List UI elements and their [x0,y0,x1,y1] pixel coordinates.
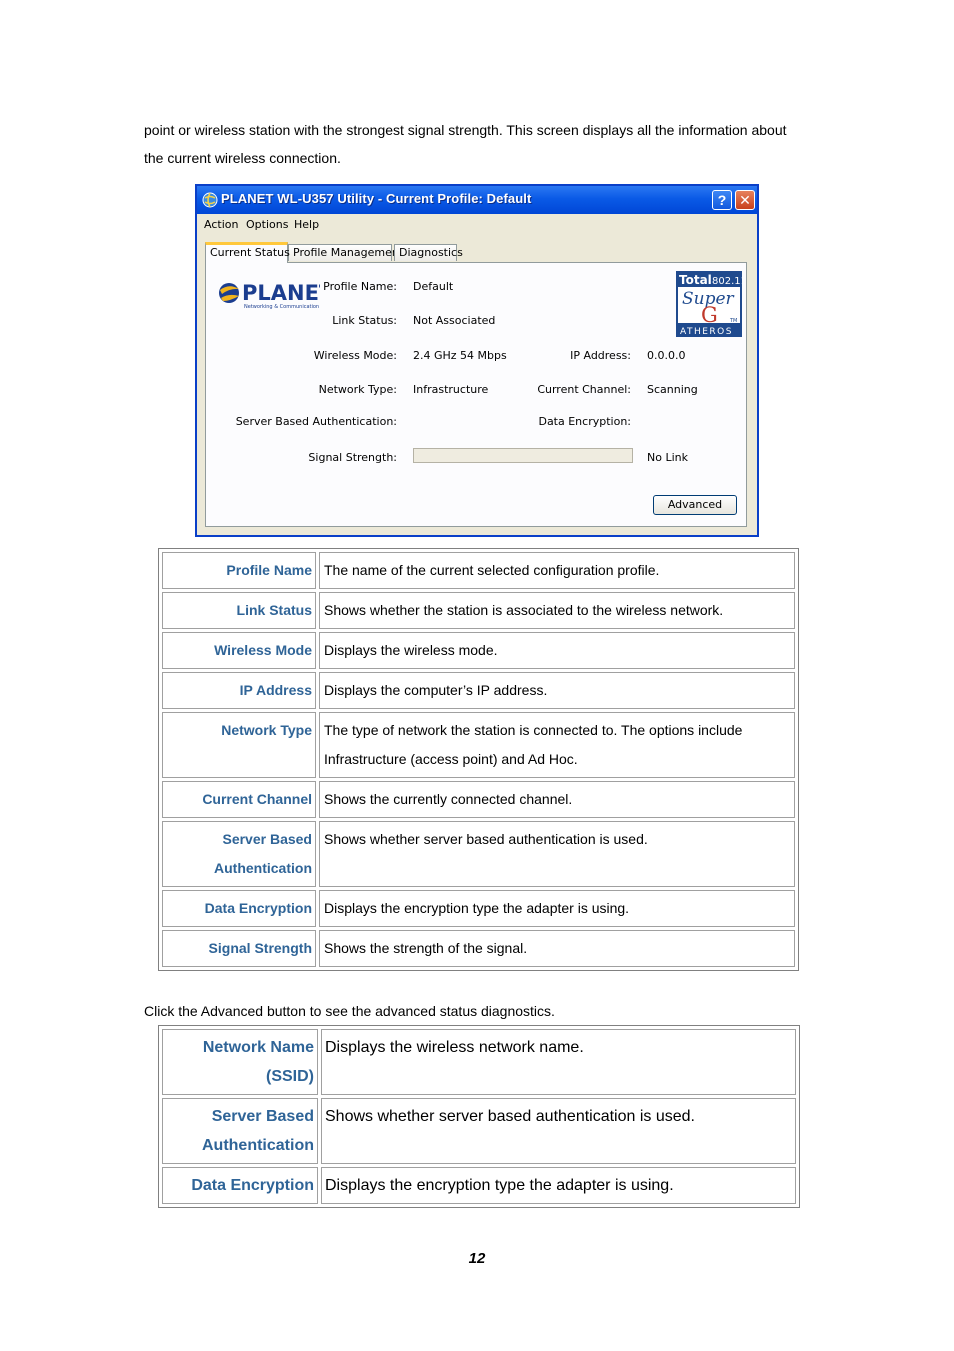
term-cell: Server Based Authentication [162,1098,318,1164]
signal-strength-bar [413,448,633,463]
signal-strength-value: No Link [647,451,688,464]
term-cell: Server Based Authentication [162,821,316,887]
term-cell: Network Type [162,712,316,778]
network-type-label: Network Type: [318,383,397,396]
window-title: PLANET WL-U357 Utility - Current Profile… [221,191,532,206]
table-row: Server Based Authentication Shows whether… [162,821,795,887]
table-row: Link Status Shows whether the station is … [162,592,795,629]
desc-cell: Shows whether server based authenticatio… [321,1098,796,1164]
status-panel: PLANET Networking & Communication Total … [205,262,747,527]
desc-cell: Shows whether the station is associated … [319,592,795,629]
term-cell: Data Encryption [162,1167,318,1204]
term-cell: Wireless Mode [162,632,316,669]
table-row: IP Address Displays the computer’s IP add… [162,672,795,709]
term-cell: Current Channel [162,781,316,818]
network-type-value: Infrastructure [413,383,489,396]
table-row: Data Encryption Displays the encryption t… [162,1167,796,1204]
badge-tm: TM [729,318,737,324]
page-number: 12 [468,1250,486,1267]
term-cell: IP Address [162,672,316,709]
term-cell: Data Encryption [162,890,316,927]
tab-current-status[interactable]: Current Status [205,242,290,263]
badge-atheros: ATHEROS [680,327,733,337]
table-row: Signal Strength Shows the strength of the… [162,930,795,967]
link-status-value: Not Associated [413,314,496,327]
menu-bar: Action Options Help [197,214,757,234]
tab-diagnostics[interactable]: Diagnostics [394,244,463,261]
table-row: Wireless Mode Displays the wireless mode. [162,632,795,669]
desc-cell: The name of the current selected configu… [319,552,795,589]
status-fields-table: Profile Name The name of the current sele… [158,548,799,971]
table-row: Profile Name The name of the current sele… [162,552,795,589]
advanced-note: Click the Advanced button to see the adv… [144,1003,555,1019]
profile-name-value: Default [413,280,454,293]
table-row: Network Name (SSID) Displays the wireless… [162,1029,796,1095]
server-auth-label: Server Based Authentication: [235,415,397,428]
advanced-fields-table: Network Name (SSID) Displays the wireless… [158,1025,800,1208]
current-channel-value: Scanning [647,383,698,396]
intro-line-1: point or wireless station with the stron… [144,122,787,138]
menu-action[interactable]: Action [204,218,238,231]
badge-80211: 802.11 [712,276,742,287]
term-cell: Network Name (SSID) [162,1029,318,1095]
menu-help[interactable]: Help [294,218,319,231]
badge-total: Total [679,273,712,287]
planet-logo-subtext: Networking & Communication [244,304,319,310]
link-status-label: Link Status: [332,314,397,327]
table-row: Current Channel Shows the currently conne… [162,781,795,818]
desc-cell: Shows the currently connected channel. [319,781,795,818]
close-icon[interactable]: ✕ [735,190,755,210]
current-channel-label: Current Channel: [537,383,631,396]
utility-window-screenshot: PLANET WL-U357 Utility - Current Profile… [195,184,759,537]
term-cell: Signal Strength [162,930,316,967]
window-titlebar[interactable]: PLANET WL-U357 Utility - Current Profile… [197,186,757,214]
intro-line-2: the current wireless connection. [144,150,341,166]
desc-cell: Displays the encryption type the adapter… [319,890,795,927]
wireless-mode-label: Wireless Mode: [313,349,397,362]
data-encryption-label: Data Encryption: [538,415,631,428]
table-row: Server Based Authentication Shows whether… [162,1098,796,1164]
help-icon[interactable]: ? [712,190,732,210]
desc-cell: Shows the strength of the signal. [319,930,795,967]
desc-cell: Displays the encryption type the adapter… [321,1167,796,1204]
profile-name-label: Profile Name: [323,280,397,293]
desc-cell: Shows whether server based authenticatio… [319,821,795,887]
desc-cell: Displays the wireless mode. [319,632,795,669]
app-globe-icon [202,192,218,208]
tab-profile-management[interactable]: Profile Management [288,244,403,261]
term-cell: Profile Name [162,552,316,589]
ip-address-label: IP Address: [570,349,631,362]
advanced-button[interactable]: Advanced [653,495,737,515]
desc-cell: The type of network the station is conne… [319,712,795,778]
badge-g: G [701,303,718,327]
menu-options[interactable]: Options [246,218,288,231]
table-row: Data Encryption Displays the encryption t… [162,890,795,927]
table-row: Network Type The type of network the stat… [162,712,795,778]
planet-logo: PLANET Networking & Communication [219,281,320,310]
wireless-mode-value: 2.4 GHz 54 Mbps [413,349,507,362]
signal-strength-label: Signal Strength: [308,451,397,464]
ip-address-value: 0.0.0.0 [647,349,686,362]
atheros-super-g-badge: Total 802.11 Super G TM ATHEROS [676,271,742,337]
planet-logo-text: PLANET [242,281,320,305]
desc-cell: Displays the computer’s IP address. [319,672,795,709]
term-cell: Link Status [162,592,316,629]
desc-cell: Displays the wireless network name. [321,1029,796,1095]
